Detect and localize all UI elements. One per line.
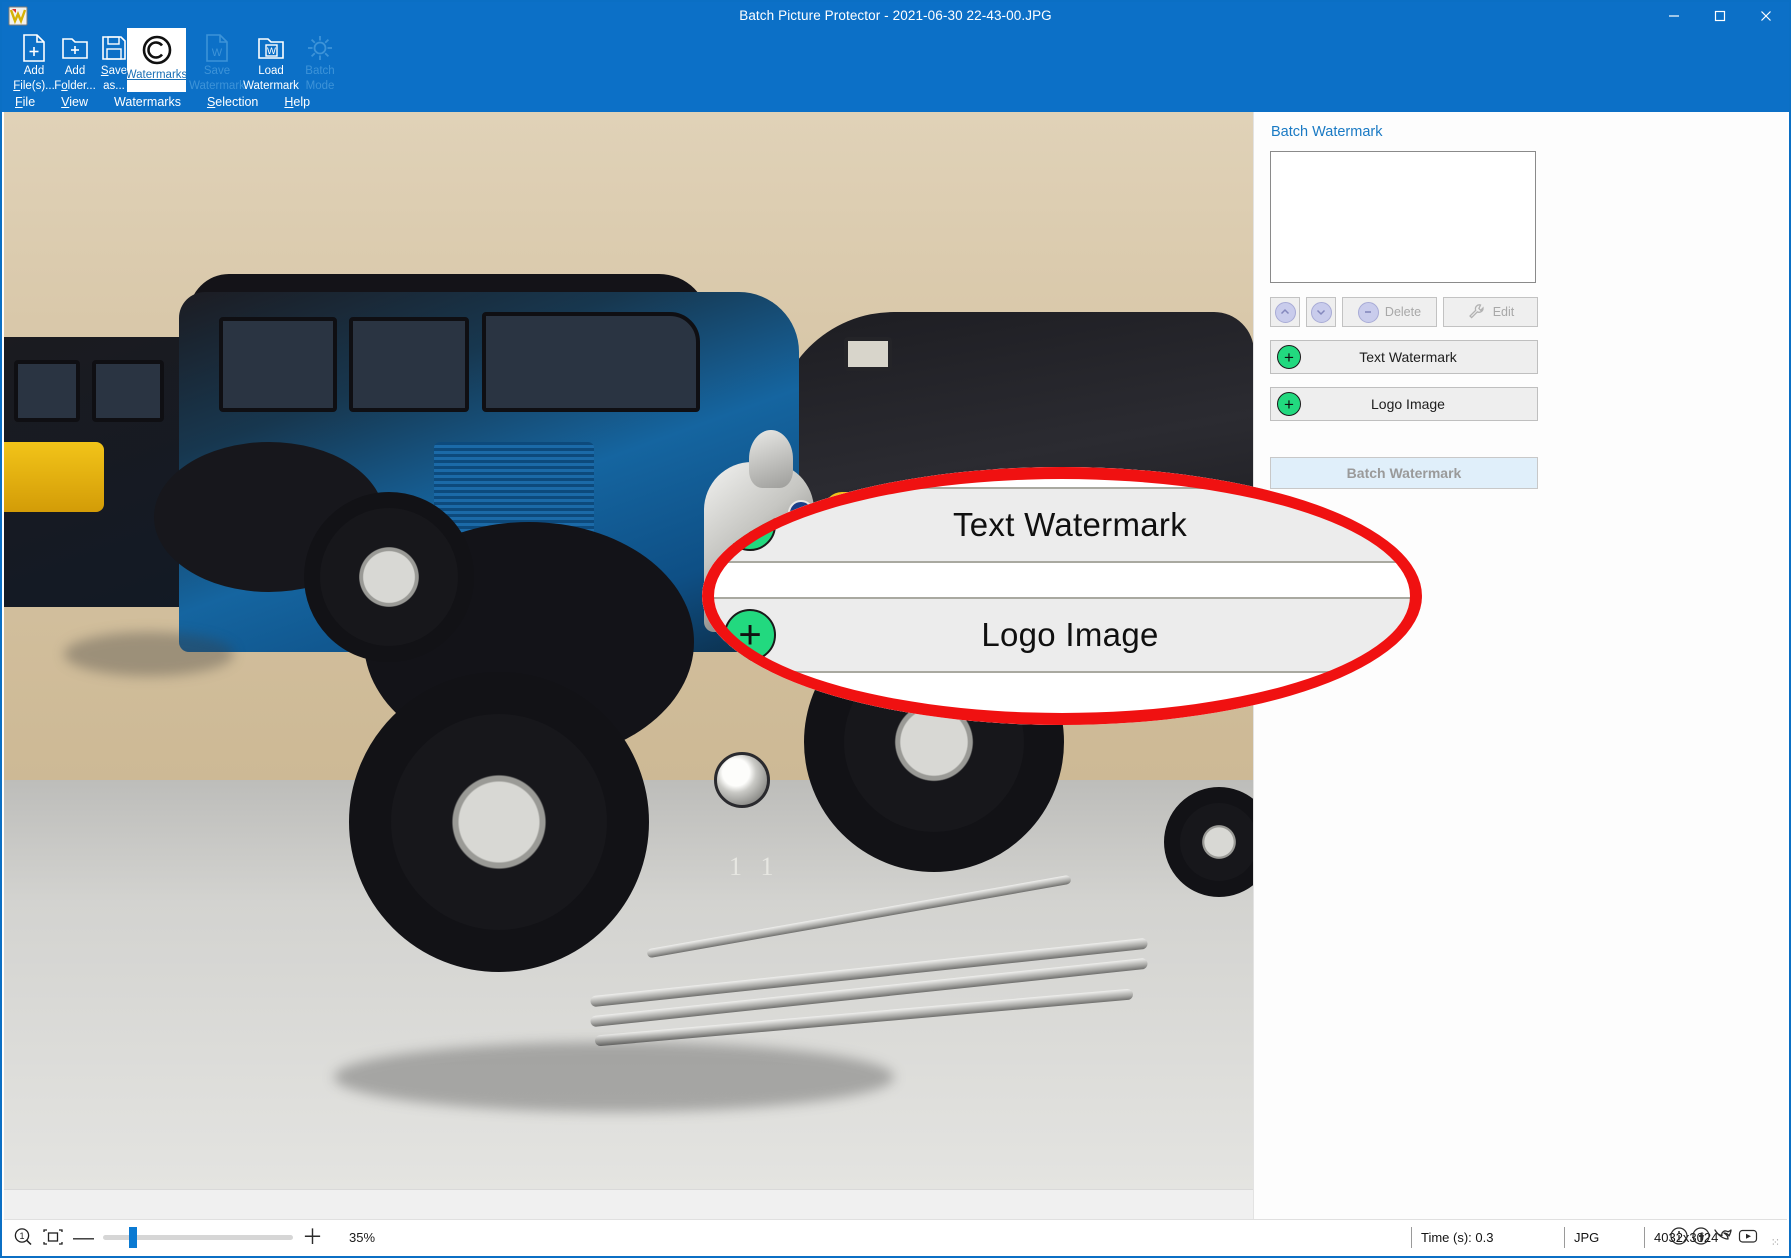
zoom-controls: 1 — ＋ 35% xyxy=(4,1226,376,1248)
ribbon-label-line1: Add xyxy=(23,65,45,77)
ribbon-label-line2: Watermarks xyxy=(125,69,188,81)
maximize-button[interactable] xyxy=(1697,2,1743,29)
svg-text:1: 1 xyxy=(19,1231,24,1241)
doc-w-icon: W xyxy=(203,33,231,63)
minus-circle-icon xyxy=(1357,301,1379,323)
ribbon-label-line1: Batch xyxy=(305,65,335,77)
delete-button[interactable]: Delete xyxy=(1342,297,1437,327)
floppy-save-icon xyxy=(100,33,128,63)
callout-logo-image-label: Logo Image xyxy=(981,616,1159,653)
application-window: Batch Picture Protector - 2021-06-30 22-… xyxy=(0,0,1791,1258)
menu-bar: File View Watermarks Selection Help xyxy=(2,92,1789,112)
callout-logo-image-button[interactable]: + Logo Image xyxy=(710,597,1422,673)
plus-circle-icon: + xyxy=(1277,392,1301,416)
gear-icon xyxy=(305,33,335,63)
zoom-out-button[interactable]: — xyxy=(73,1227,94,1248)
ribbon-toolbar: Add File(s)... Add Folder... Save as... … xyxy=(2,28,1789,94)
menu-item-watermarks[interactable]: Watermarks xyxy=(114,95,181,109)
edit-button[interactable]: Edit xyxy=(1443,297,1538,327)
close-button[interactable] xyxy=(1743,2,1789,29)
edit-label: Edit xyxy=(1492,305,1515,319)
file-add-icon xyxy=(20,33,48,63)
callout-text-watermark-button[interactable]: + Text Watermark xyxy=(710,487,1422,563)
zoom-in-button[interactable]: ＋ xyxy=(302,1227,323,1248)
magnifier-1-icon[interactable]: 1 xyxy=(13,1227,33,1247)
callout-text-watermark-label: Text Watermark xyxy=(952,506,1187,543)
ribbon-label-line1: Add xyxy=(64,65,86,77)
status-format-field: JPG xyxy=(1564,1227,1599,1248)
wrench-icon xyxy=(1467,303,1487,322)
folder-w-icon: W xyxy=(256,33,286,63)
app-logo-icon xyxy=(8,6,28,26)
zoom-percent-label: 35% xyxy=(349,1229,376,1245)
minimize-button[interactable] xyxy=(1651,2,1697,29)
add-logo-image-button[interactable]: + Logo Image xyxy=(1270,387,1538,421)
watermark-list[interactable] xyxy=(1270,151,1536,283)
move-down-button[interactable] xyxy=(1306,297,1336,327)
watermark-list-toolbar: Delete Edit xyxy=(1270,297,1538,327)
add-logo-image-label: Logo Image xyxy=(1371,396,1445,412)
chevron-down-icon xyxy=(1310,301,1332,323)
status-time-field: Time (s): 0.3 xyxy=(1411,1227,1493,1248)
zoom-slider[interactable] xyxy=(103,1226,293,1248)
info-icon[interactable] xyxy=(1669,1226,1689,1251)
resize-grip[interactable]: ⁙ xyxy=(1771,1236,1780,1249)
ribbon-batch-mode-button[interactable]: Batch Mode xyxy=(291,30,349,92)
youtube-icon[interactable] xyxy=(1737,1226,1759,1251)
fit-to-window-icon[interactable] xyxy=(42,1227,64,1247)
delete-label: Delete xyxy=(1384,305,1422,319)
ribbon-label-line2: as... xyxy=(103,79,125,92)
copyright-icon xyxy=(140,31,174,67)
ribbon-label-line1: Load xyxy=(258,65,284,77)
panel-title: Batch Watermark xyxy=(1271,124,1383,140)
plus-circle-icon: + xyxy=(724,609,776,661)
plus-circle-icon: + xyxy=(724,499,776,551)
zoom-slider-thumb[interactable] xyxy=(129,1226,137,1248)
status-social-links xyxy=(1669,1226,1759,1251)
status-bar: 1 — ＋ 35% Time (s): 0.3 JPG 4032x3024 ⁙ xyxy=(4,1219,1787,1254)
zoom-callout: + Text Watermark + Logo Image xyxy=(702,467,1422,725)
chevron-up-icon xyxy=(1274,301,1296,323)
plus-circle-icon: + xyxy=(1277,345,1301,369)
facebook-icon[interactable] xyxy=(1691,1226,1711,1251)
ribbon-watermarks-button[interactable]: Watermarks xyxy=(125,28,188,94)
twitter-icon[interactable] xyxy=(1713,1226,1735,1251)
ribbon-save-watermark-button[interactable]: W Save Watermark xyxy=(188,30,246,92)
menu-item-help[interactable]: Help xyxy=(284,95,310,109)
title-bar: Batch Picture Protector - 2021-06-30 22-… xyxy=(2,2,1789,29)
add-text-watermark-label: Text Watermark xyxy=(1359,349,1457,365)
add-text-watermark-button[interactable]: + Text Watermark xyxy=(1270,340,1538,374)
ribbon-label-line2: Watermark xyxy=(189,79,245,92)
ribbon-label-line2: Mode xyxy=(305,79,335,92)
menu-item-file[interactable]: File xyxy=(15,95,35,109)
ribbon-label-line1: Save xyxy=(100,65,128,77)
menu-item-selection[interactable]: Selection xyxy=(207,95,258,109)
move-up-button[interactable] xyxy=(1270,297,1300,327)
ribbon-label-line1: Save xyxy=(203,65,231,77)
svg-text:W: W xyxy=(267,46,276,57)
window-title: Batch Picture Protector - 2021-06-30 22-… xyxy=(739,8,1052,23)
svg-text:W: W xyxy=(212,47,223,59)
menu-item-view[interactable]: View xyxy=(61,95,88,109)
